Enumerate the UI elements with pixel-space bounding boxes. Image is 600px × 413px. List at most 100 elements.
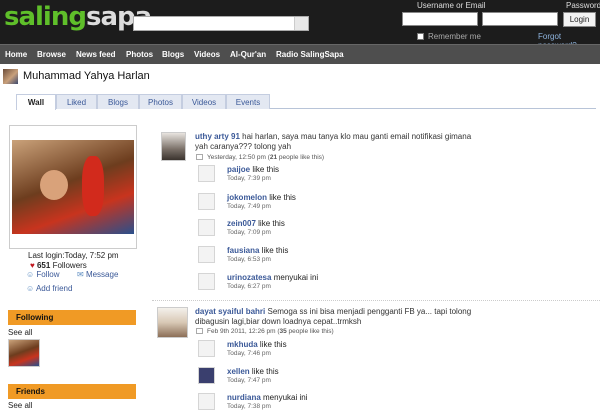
message-icon: ✉ [77,270,84,279]
nav-videos[interactable]: Videos [194,50,220,59]
post-meta: Feb 9th 2011, 12:26 pm (35 people like t… [196,328,334,335]
tab-blogs[interactable]: Blogs [97,94,139,109]
following-header: Following [8,310,136,325]
username-label: Username or Email [417,1,486,10]
profile-photo[interactable] [9,125,137,249]
remember-checkbox[interactable] [417,33,424,40]
liker-avatar[interactable] [198,219,215,236]
post-divider [152,300,600,301]
like-time: Today, 7:38 pm [227,403,271,410]
login-button[interactable]: Login [563,12,596,27]
profile-tabs: Wall Liked Blogs Photos Videos Events [16,94,596,110]
liker-name[interactable]: urinozatesa [227,273,271,282]
nav-al-quran[interactable]: Al-Qur'an [230,50,266,59]
see-all-friends[interactable]: See all [8,401,32,410]
profile-avatar-small[interactable] [3,69,18,84]
tab-wall[interactable]: Wall [16,94,56,110]
heart-icon: ♥ [30,261,35,270]
add-friend-link[interactable]: ☺ Add friend [26,284,72,293]
post-like-tail: people like this) [286,328,334,335]
like-entry: paijoe like this Today, 7:39 pm [198,165,438,185]
tab-videos[interactable]: Videos [182,94,226,109]
site-logo[interactable]: salingsapa [4,2,152,32]
like-entry: mkhuda like this Today, 7:46 pm [198,340,438,360]
like-action: like this [258,219,285,228]
like-time: Today, 7:39 pm [227,175,271,182]
username-field[interactable] [402,12,478,26]
following-thumb[interactable] [8,339,40,367]
liker-avatar[interactable] [198,273,215,290]
liker-avatar[interactable] [198,393,215,410]
tab-liked[interactable]: Liked [56,94,97,109]
like-entry: jokomelon like this Today, 7:49 pm [198,193,438,213]
boy-figure [40,170,68,200]
liker-avatar[interactable] [198,340,215,357]
liker-avatar[interactable] [198,367,215,384]
post-avatar[interactable] [161,132,186,161]
liker-name[interactable]: jokomelon [227,193,267,202]
liker-avatar[interactable] [198,193,215,210]
add-friend-label: Add friend [35,284,73,293]
follow-link[interactable]: ☺ Follow [26,270,60,279]
remember-me[interactable]: Remember me [417,32,481,41]
logo-part1: saling [4,2,87,32]
comment-icon [196,328,203,334]
message-link[interactable]: ✉ Message [77,270,118,279]
like-time: Today, 6:27 pm [227,283,271,290]
like-time: Today, 7:47 pm [227,377,271,384]
tab-photos[interactable]: Photos [139,94,182,109]
post-body: dayat syaiful bahri Semoga ss ini bisa m… [195,307,485,327]
like-entry: urinozatesa menyukai ini Today, 6:27 pm [198,273,438,293]
like-action: like this [259,340,287,349]
liker-avatar[interactable] [198,246,215,263]
like-action: like this [269,193,296,202]
search-input[interactable] [133,16,309,31]
nav-radio[interactable]: Radio SalingSapa [276,50,344,59]
like-time: Today, 7:09 pm [227,229,271,236]
tab-events[interactable]: Events [226,94,270,109]
post-meta: Yesterday, 12:50 pm (21 people like this… [196,154,324,161]
add-friend-icon: ☺ [26,284,35,293]
like-action: like this [261,246,289,255]
profile-image [12,140,134,234]
liker-name[interactable]: mkhuda [227,340,258,349]
liker-name[interactable]: xellen [227,367,250,376]
liker-avatar[interactable] [198,165,215,182]
post-author[interactable]: uthy arty 91 [195,132,240,141]
liker-name[interactable]: fausiana [227,246,259,255]
password-field[interactable] [482,12,558,26]
profile-name: Muhammad Yahya Harlan [23,70,150,82]
like-time: Today, 7:46 pm [227,350,271,357]
like-time: Today, 6:53 pm [227,256,271,263]
top-header: salingsapa Username or Email Password Lo… [0,0,600,50]
main-nav: Home Browse News feed Photos Blogs Video… [0,44,600,64]
search-button[interactable] [294,17,308,30]
post-avatar[interactable] [157,307,188,338]
liker-name[interactable]: zein007 [227,219,256,228]
nav-home[interactable]: Home [5,50,27,59]
post-time: Yesterday, 12:50 pm ( [207,154,270,161]
see-all-following[interactable]: See all [8,328,32,337]
post-like-count[interactable]: 35 [280,328,287,335]
nav-blogs[interactable]: Blogs [162,50,184,59]
follow-label: Follow [36,270,60,279]
parrot-figure [82,156,104,216]
post-body: uthy arty 91 hai harlan, saya mau tanya … [195,132,485,152]
comment-icon [196,154,203,160]
last-login: Last login:Today, 7:52 pm [28,251,119,260]
password-label: Password [566,1,600,10]
like-entry: fausiana like this Today, 6:53 pm [198,246,438,266]
like-entry: zein007 like this Today, 7:09 pm [198,219,438,239]
liker-name[interactable]: paijoe [227,165,250,174]
like-entry: nurdiana menyukai ini Today, 7:38 pm [198,393,438,413]
remember-label: Remember me [428,32,481,41]
post-like-tail: people like this) [277,154,325,161]
follow-icon: ☺ [26,270,35,279]
followers-count: 651 [36,261,51,270]
nav-news-feed[interactable]: News feed [76,50,116,59]
post-author[interactable]: dayat syaiful bahri [195,307,265,316]
liker-name[interactable]: nurdiana [227,393,261,402]
nav-browse[interactable]: Browse [37,50,66,59]
nav-photos[interactable]: Photos [126,50,153,59]
like-entry: xellen like this Today, 7:47 pm [198,367,438,387]
